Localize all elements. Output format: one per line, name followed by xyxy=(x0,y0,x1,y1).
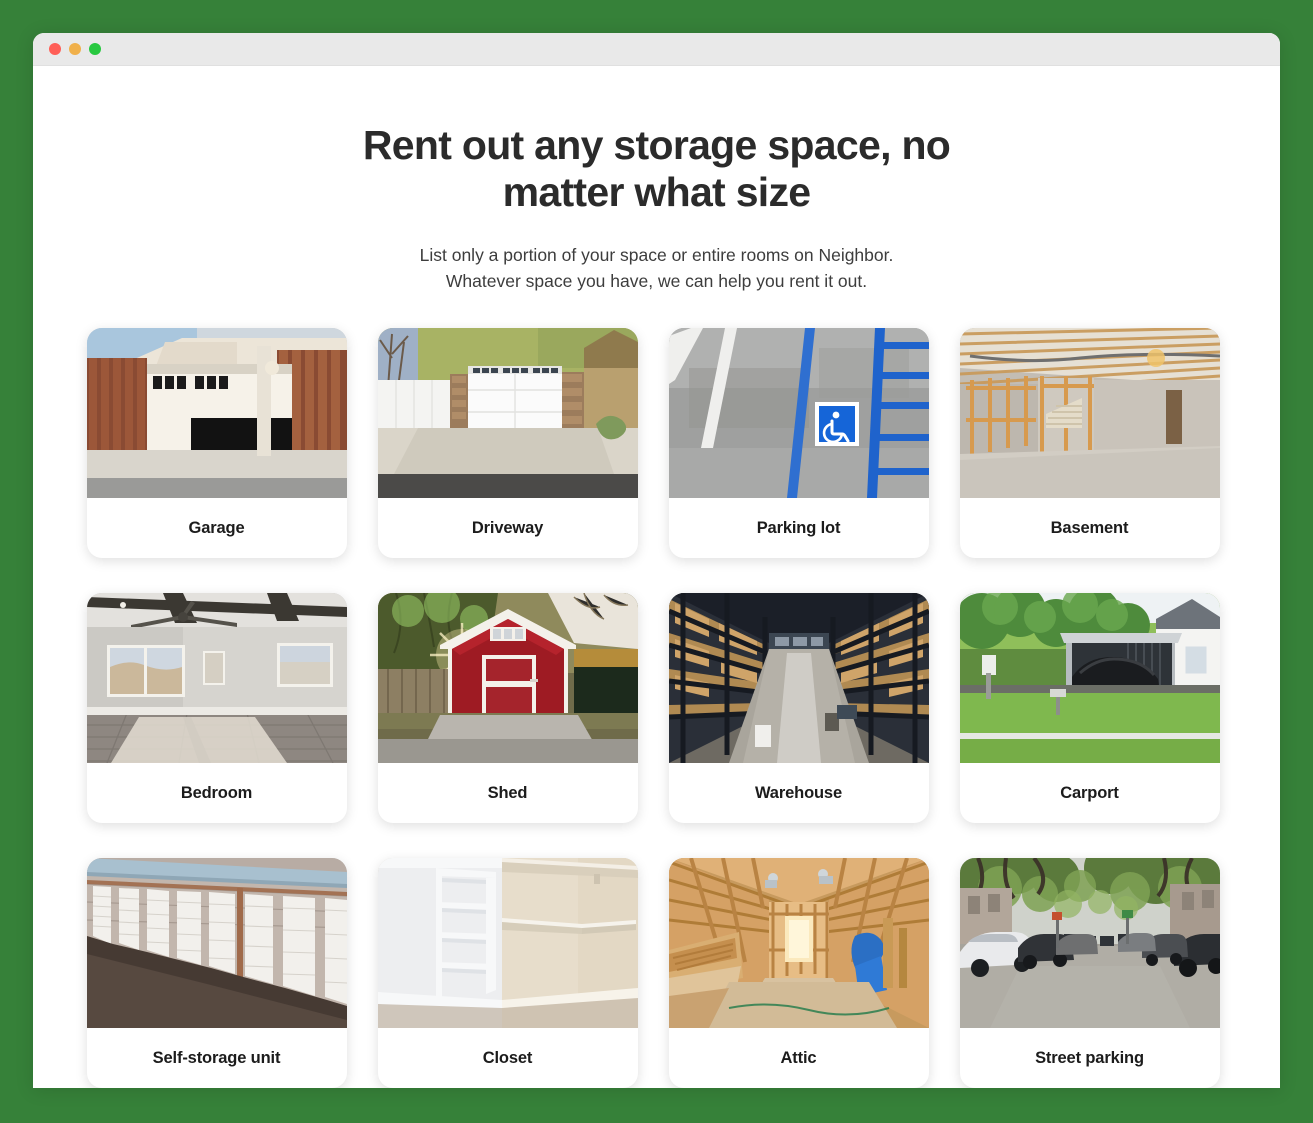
space-type-card-basement[interactable]: Basement xyxy=(959,328,1220,558)
space-type-label: Warehouse xyxy=(755,783,842,802)
space-type-card-garage[interactable]: Garage xyxy=(86,328,347,558)
space-type-label: Carport xyxy=(1060,783,1119,802)
self-storage-unit-photo xyxy=(86,858,347,1028)
close-window-button[interactable] xyxy=(49,43,61,55)
parking-lot-photo xyxy=(668,328,929,498)
driveway-photo xyxy=(377,328,638,498)
garage-photo xyxy=(86,328,347,498)
page-subtitle-line-1: List only a portion of your space or ent… xyxy=(419,245,894,265)
maximize-window-button[interactable] xyxy=(89,43,101,55)
attic-photo xyxy=(668,858,929,1028)
space-type-card-attic[interactable]: Attic xyxy=(668,858,929,1088)
street-parking-photo xyxy=(959,858,1220,1028)
space-type-card-self-storage-unit[interactable]: Self-storage unit xyxy=(86,858,347,1088)
space-type-label: Attic xyxy=(780,1048,817,1067)
space-type-grid: Garage Driveway Parking lot Basement Bed… xyxy=(86,328,1227,1088)
space-type-card-carport[interactable]: Carport xyxy=(959,593,1220,823)
space-type-label: Closet xyxy=(482,1048,533,1067)
closet-photo xyxy=(377,858,638,1028)
space-type-label: Bedroom xyxy=(180,783,253,802)
space-type-label: Street parking xyxy=(1035,1048,1144,1067)
carport-photo xyxy=(959,593,1220,763)
page-subtitle-line-2: Whatever space you have, we can help you… xyxy=(445,271,868,291)
space-type-card-warehouse[interactable]: Warehouse xyxy=(668,593,929,823)
space-type-card-bedroom[interactable]: Bedroom xyxy=(86,593,347,823)
basement-photo xyxy=(959,328,1220,498)
space-type-card-driveway[interactable]: Driveway xyxy=(377,328,638,558)
space-type-label: Basement xyxy=(1050,518,1129,537)
accessible-parking-symbol xyxy=(814,402,859,446)
space-type-label: Driveway xyxy=(471,518,544,537)
bedroom-photo xyxy=(86,593,347,763)
minimize-window-button[interactable] xyxy=(69,43,81,55)
shed-photo xyxy=(377,593,638,763)
browser-title-bar xyxy=(33,33,1280,66)
warehouse-photo xyxy=(668,593,929,763)
space-type-label: Garage xyxy=(188,518,245,537)
page-title: Rent out any storage space, no matter wh… xyxy=(362,122,951,215)
space-type-card-street-parking[interactable]: Street parking xyxy=(959,858,1220,1088)
space-type-label: Self-storage unit xyxy=(152,1048,281,1067)
space-type-card-closet[interactable]: Closet xyxy=(377,858,638,1088)
space-type-card-shed[interactable]: Shed xyxy=(377,593,638,823)
space-type-label: Shed xyxy=(487,783,528,802)
page-content: Rent out any storage space, no matter wh… xyxy=(33,66,1280,1088)
browser-window: Rent out any storage space, no matter wh… xyxy=(33,33,1280,1088)
space-type-label: Parking lot xyxy=(756,518,841,537)
space-type-card-parking-lot[interactable]: Parking lot xyxy=(668,328,929,558)
window-controls xyxy=(49,43,101,55)
page-subtitle: List only a portion of your space or ent… xyxy=(33,242,1280,294)
